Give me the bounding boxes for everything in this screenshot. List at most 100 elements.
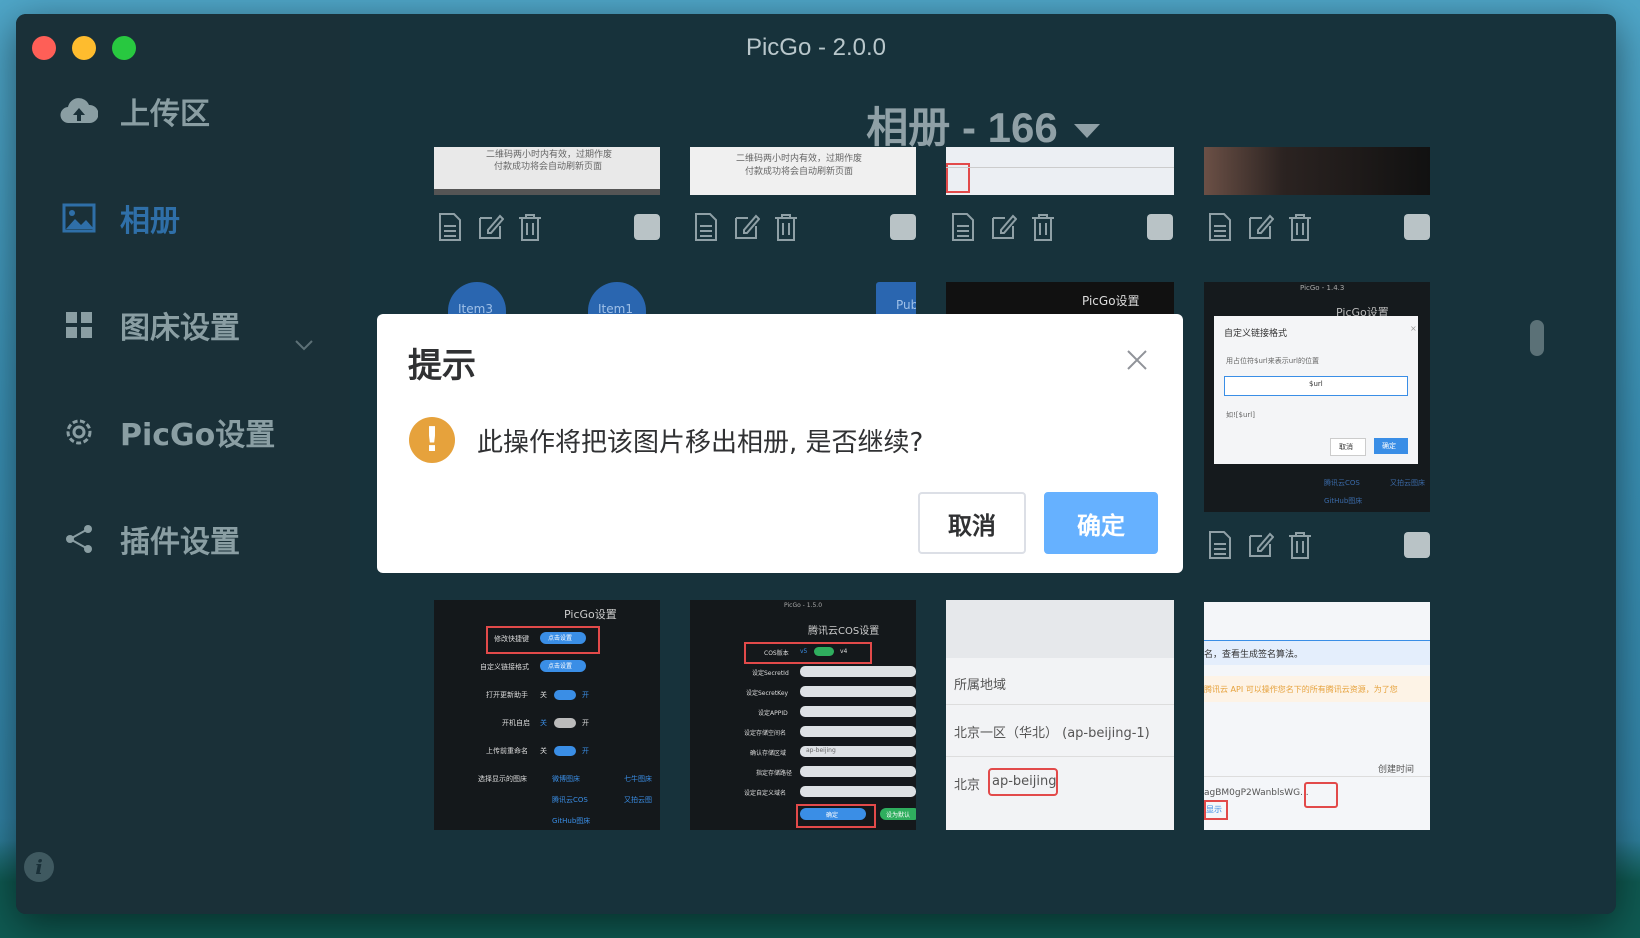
thumb-text: 开 (582, 747, 589, 755)
thumb-text: 自定义链接格式 (480, 663, 529, 671)
thumb-text: 设定APPID (758, 710, 788, 717)
thumb-text: PicGo设置 (564, 608, 617, 621)
thumb-text: 设定自定义域名 (744, 790, 787, 797)
thumbnail-2[interactable]: 二维码两小时内有效，过期作废 付款成功将会自动刷新页面 (690, 147, 916, 195)
thumb-text: 北京一区（华北） (ap-beijing-1) (954, 726, 1150, 741)
album-title-dropdown[interactable]: 相册 - 166 (350, 94, 1616, 155)
select-checkbox[interactable] (890, 214, 916, 240)
thumbnail-10[interactable]: PicGo - 1.5.0 腾讯云COS设置 COS版本 v5 v4 设定Sec… (690, 600, 916, 830)
thumbnail-9[interactable]: PicGo设置 修改快捷键 点击设置 自定义链接格式 点击设置 打开更新助手 关… (434, 600, 660, 830)
info-icon[interactable]: i (24, 852, 54, 882)
thumb-text: 如![$url] (1226, 411, 1255, 419)
thumb-text: 付款成功将会自动刷新页面 (745, 167, 854, 177)
gear-icon (60, 413, 98, 451)
thumb-text: $url (1309, 380, 1323, 388)
thumbnail-4-toolbar (1206, 212, 1326, 242)
edit-icon[interactable] (732, 212, 760, 242)
grid-icon (60, 306, 98, 344)
sidebar-item-plugin-settings[interactable]: 插件设置 (60, 514, 240, 564)
thumb-text: Pub (896, 298, 916, 312)
thumb-text: v4 (840, 648, 848, 655)
image-icon (60, 199, 98, 237)
thumbnail-1-toolbar (436, 212, 556, 242)
thumb-text: 显示 (1206, 805, 1222, 814)
cancel-button[interactable]: 取消 (918, 492, 1026, 554)
thumbnail-8[interactable]: PicGo - 1.4.3 PicGo设置 自定义链接格式 × 用占位符$url… (1204, 282, 1430, 512)
thumb-text: 七牛图床 (624, 775, 652, 783)
edit-icon[interactable] (476, 212, 504, 242)
window-title: PicGo - 2.0.0 (745, 34, 887, 61)
thumb-text: 点击设置 (548, 635, 573, 642)
sidebar-item-picbed-settings[interactable]: 图床设置 (60, 300, 240, 350)
thumb-text: 设定存储空间名 (744, 730, 787, 737)
thumb-text: 又拍云图床 (1390, 479, 1425, 487)
thumbnail-12[interactable]: 名，查看生成签名算法。 腾讯云 API 可以操作您名下的所有腾讯云资源，为了您 … (1204, 602, 1430, 830)
edit-icon[interactable] (989, 212, 1017, 242)
dialog-message: 此操作将把该图片移出相册, 是否继续? (477, 428, 924, 458)
thumb-text: 确定 (1382, 442, 1396, 450)
dialog-title: 提示 (408, 346, 476, 386)
caret-down-icon (1073, 123, 1100, 138)
share-icon (60, 520, 98, 558)
thumb-text: 修改快捷键 (494, 635, 529, 643)
delete-icon[interactable] (1286, 212, 1314, 242)
sidebar-item-label: PicGo设置 (120, 418, 276, 453)
select-checkbox[interactable] (1404, 214, 1430, 240)
thumb-text: 确认存储区域 (750, 750, 787, 757)
copy-link-icon[interactable] (436, 212, 464, 242)
scrollbar-thumb[interactable] (1530, 320, 1544, 356)
thumb-text: 关 (540, 691, 547, 699)
cloud-upload-icon (60, 92, 98, 130)
edit-icon[interactable] (1246, 212, 1274, 242)
thumb-text: 确定 (826, 812, 839, 819)
edit-icon[interactable] (1246, 530, 1274, 560)
chevron-down-icon (294, 336, 314, 355)
copy-link-icon[interactable] (1206, 212, 1234, 242)
delete-icon[interactable] (772, 212, 800, 242)
thumb-text: GitHub图床 (552, 817, 591, 825)
thumb-text: 微博图床 (552, 775, 580, 783)
thumb-text: 腾讯云COS (1324, 479, 1360, 487)
thumb-text: 创建时间 (1378, 765, 1415, 775)
select-checkbox[interactable] (634, 214, 660, 240)
copy-link-icon[interactable] (692, 212, 720, 242)
thumbnail-11[interactable]: 所属地域 北京一区（华北） (ap-beijing-1) 北京 ap-beiji… (946, 600, 1174, 830)
delete-icon[interactable] (516, 212, 544, 242)
sidebar-item-upload[interactable]: 上传区 (60, 86, 210, 136)
thumb-text: 二维码两小时内有效，过期作废 (736, 154, 863, 164)
thumbnail-1[interactable]: 二维码两小时内有效，过期作废 付款成功将会自动刷新页面 (434, 147, 660, 195)
close-icon[interactable] (1125, 348, 1149, 372)
thumb-text: 设定SecretKey (746, 690, 789, 697)
copy-link-icon[interactable] (1206, 530, 1234, 560)
thumbnail-2-toolbar (692, 212, 812, 242)
select-checkbox[interactable] (1404, 532, 1430, 558)
thumb-text: ap-beijing (992, 774, 1057, 789)
thumb-text: 腾讯云COS设置 (808, 626, 880, 637)
thumb-text: COS版本 (764, 650, 789, 657)
thumb-text: 腾讯云COS (552, 796, 588, 804)
delete-icon[interactable] (1286, 530, 1314, 560)
sidebar-item-label: 相册 (120, 204, 180, 239)
thumb-text: 所属地域 (954, 678, 1007, 693)
thumbnail-4[interactable] (1204, 147, 1430, 195)
sidebar-item-album[interactable]: 相册 (60, 193, 180, 243)
delete-icon[interactable] (1029, 212, 1057, 242)
thumb-text: 设定SecretId (752, 670, 789, 677)
thumbnail-8-toolbar (1206, 530, 1326, 560)
thumb-text: 又拍云图 (624, 796, 652, 804)
thumb-text: v5 (800, 648, 808, 655)
select-checkbox[interactable] (1147, 214, 1173, 240)
warning-icon: ! (409, 417, 455, 463)
thumb-text: 上传前重命名 (486, 747, 528, 755)
thumbnail-3-toolbar (949, 212, 1069, 242)
sidebar-item-picgo-settings[interactable]: PicGo设置 (60, 407, 275, 457)
thumbnail-3[interactable] (946, 147, 1174, 195)
copy-link-icon[interactable] (949, 212, 977, 242)
confirm-dialog: 提示 ! 此操作将把该图片移出相册, 是否继续? 取消 确定 (377, 314, 1183, 573)
confirm-button[interactable]: 确定 (1044, 492, 1158, 554)
sidebar-item-label: 上传区 (120, 97, 210, 132)
sidebar: 上传区 相册 图床设置 PicGo设置 插件设置 i (16, 14, 350, 914)
thumb-text: 打开更新助手 (486, 691, 528, 699)
thumb-text: 指定存储路径 (756, 770, 793, 777)
thumb-text: PicGo - 1.4.3 (1300, 284, 1345, 292)
